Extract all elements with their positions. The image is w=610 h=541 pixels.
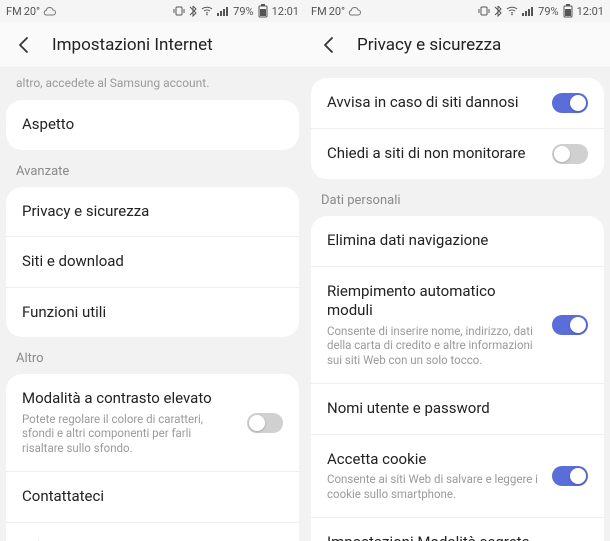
status-battery-pct: 79%: [538, 5, 558, 18]
item-label: Nomi utente e password: [327, 399, 588, 419]
item-useful-features[interactable]: Funzioni utili: [6, 288, 299, 338]
battery-icon: [258, 4, 268, 18]
status-time: 12:01: [272, 5, 299, 18]
item-label: Riempimento automatico moduli: [327, 282, 540, 321]
status-fm: FM: [311, 5, 327, 18]
group-general: Aspetto: [6, 100, 299, 150]
bluetooth-icon: [494, 5, 502, 17]
item-label: Modalità a contrasto elevato: [22, 389, 235, 409]
item-label: Contattateci: [22, 487, 283, 507]
do-not-track-toggle[interactable]: [552, 144, 588, 164]
group-other: Modalità a contrasto elevato Potete rego…: [6, 374, 299, 541]
signal-icon: [217, 6, 229, 16]
header: Impostazioni Internet: [0, 22, 305, 68]
group-personal-data: Elimina dati navigazione Riempimento aut…: [311, 216, 604, 541]
item-sub: Consente di inserire nome, indirizzo, da…: [327, 324, 540, 369]
item-autofill[interactable]: Riempimento automatico moduli Consente d…: [311, 267, 604, 385]
back-icon[interactable]: [14, 35, 34, 55]
item-label: Funzioni utili: [22, 303, 283, 323]
status-time: 12:01: [577, 5, 604, 18]
item-sub: Consente ai siti Web di salvare e legger…: [327, 472, 540, 502]
item-label: Privacy e sicurezza: [22, 202, 283, 222]
group-security: Avvisa in caso di siti dannosi Chiedi a …: [311, 78, 604, 179]
item-usernames-passwords[interactable]: Nomi utente e password: [311, 384, 604, 435]
vibrate-icon: [478, 5, 490, 17]
status-battery-pct: 79%: [233, 5, 253, 18]
item-do-not-track[interactable]: Chiedi a siti di non monitorare: [311, 129, 604, 179]
item-label: Elimina dati navigazione: [327, 231, 588, 251]
settings-scroll[interactable]: altro, accedete al Samsung account. Aspe…: [0, 68, 305, 541]
wifi-icon: [506, 6, 518, 16]
vibrate-icon: [173, 5, 185, 17]
header: Privacy e sicurezza: [305, 22, 610, 68]
dangerous-sites-toggle[interactable]: [552, 93, 588, 113]
item-label: Siti e download: [22, 252, 283, 272]
screen-internet-settings: FM 20° 79% 12:01: [0, 0, 305, 541]
account-hint: altro, accedete al Samsung account.: [0, 68, 305, 100]
status-fm: FM: [6, 5, 22, 18]
page-title: Impostazioni Internet: [52, 35, 213, 55]
item-about[interactable]: Informazioni su Internet Samsung: [6, 523, 299, 541]
item-sites-downloads[interactable]: Siti e download: [6, 237, 299, 288]
item-high-contrast[interactable]: Modalità a contrasto elevato Potete rego…: [6, 374, 299, 472]
item-dangerous-sites[interactable]: Avvisa in caso di siti dannosi: [311, 78, 604, 129]
item-appearance[interactable]: Aspetto: [6, 100, 299, 150]
privacy-scroll[interactable]: Avvisa in caso di siti dannosi Chiedi a …: [305, 68, 610, 541]
item-label: Aspetto: [22, 115, 283, 135]
group-advanced: Privacy e sicurezza Siti e download Funz…: [6, 187, 299, 338]
wifi-icon: [201, 6, 213, 16]
item-label: Impostazioni Modalità segreta: [327, 533, 588, 541]
item-label: Avvisa in caso di siti dannosi: [327, 93, 540, 113]
page-title: Privacy e sicurezza: [357, 35, 501, 55]
screen-privacy-security: FM 20° 79% 12:01: [305, 0, 610, 541]
item-privacy-security[interactable]: Privacy e sicurezza: [6, 187, 299, 238]
item-sub: Potete regolare il colore di caratteri, …: [22, 412, 235, 457]
bluetooth-icon: [189, 5, 197, 17]
item-label: Chiedi a siti di non monitorare: [327, 144, 540, 164]
signal-icon: [522, 6, 534, 16]
item-secret-mode-settings[interactable]: Impostazioni Modalità segreta: [311, 518, 604, 541]
item-contact-us[interactable]: Contattateci: [6, 472, 299, 523]
status-bar: FM 20° 79% 12:01: [0, 0, 305, 22]
accept-cookies-toggle[interactable]: [552, 466, 588, 486]
section-personal-data: Dati personali: [305, 179, 610, 216]
cloud-icon: [42, 6, 56, 16]
high-contrast-toggle[interactable]: [247, 413, 283, 433]
battery-icon: [563, 4, 573, 18]
status-weather: 20°: [24, 5, 40, 18]
status-weather: 20°: [329, 5, 345, 18]
item-accept-cookies[interactable]: Accetta cookie Consente ai siti Web di s…: [311, 435, 604, 518]
section-other: Altro: [0, 337, 305, 374]
section-advanced: Avanzate: [0, 150, 305, 187]
autofill-toggle[interactable]: [552, 315, 588, 335]
back-icon[interactable]: [319, 35, 339, 55]
item-label: Accetta cookie: [327, 450, 540, 470]
cloud-icon: [347, 6, 361, 16]
item-clear-browsing-data[interactable]: Elimina dati navigazione: [311, 216, 604, 267]
status-bar: FM 20° 79% 12:01: [305, 0, 610, 22]
